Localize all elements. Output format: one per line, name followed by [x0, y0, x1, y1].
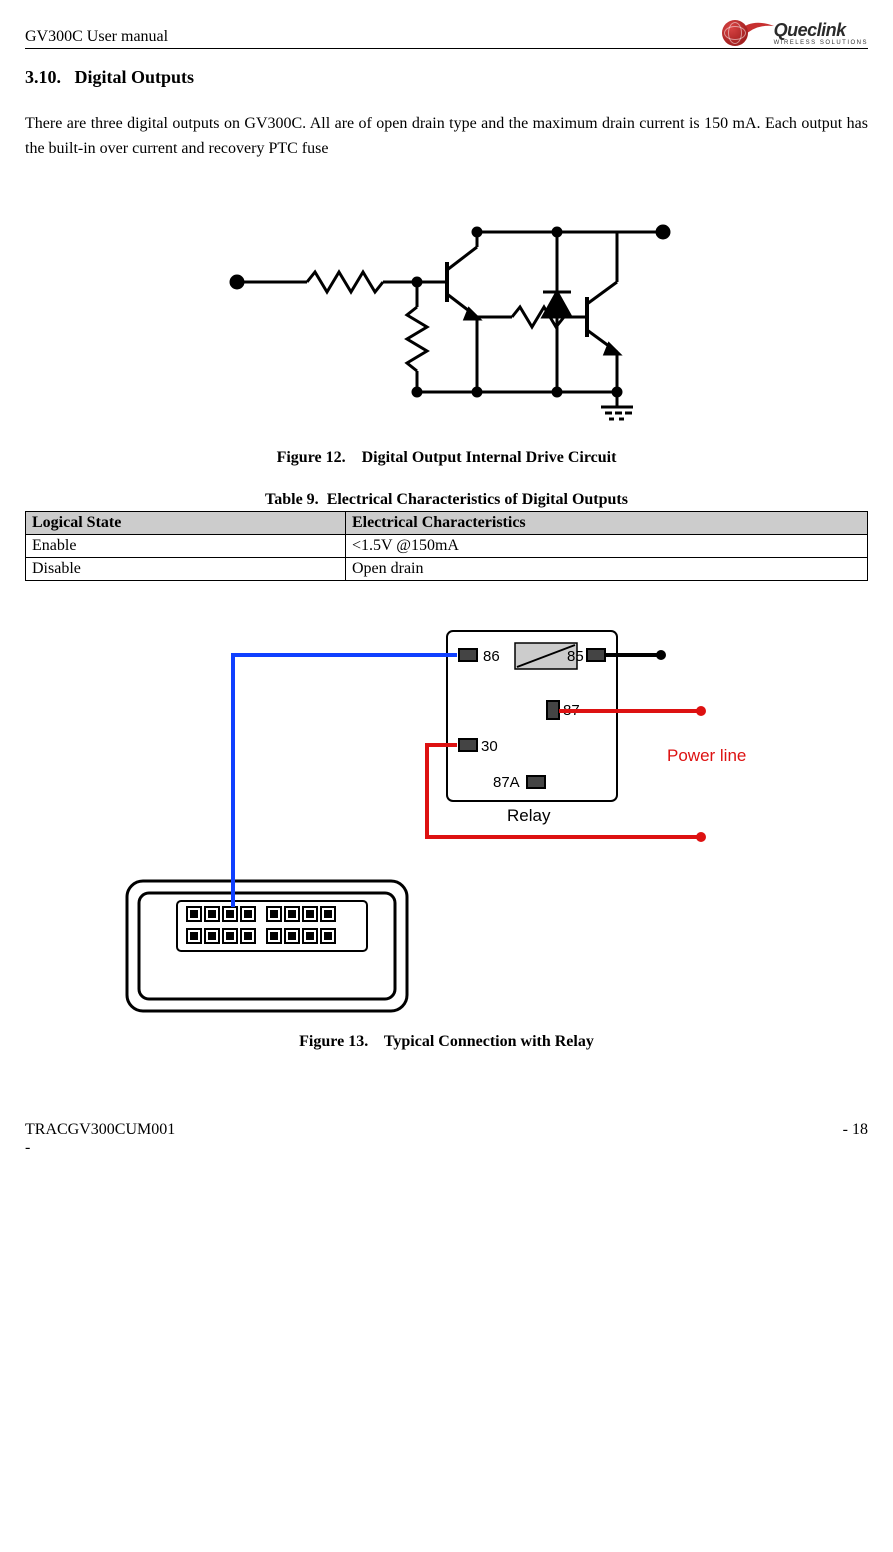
brand-tagline: WIRELESS SOLUTIONS [774, 40, 868, 46]
table-9-label: Table 9. [265, 491, 319, 508]
figure-12-label: Figure 12. [277, 449, 346, 466]
section-paragraph: There are three digital outputs on GV300… [25, 112, 868, 162]
power-line-label: Power line [667, 746, 746, 765]
relay-connection-icon: 86 85 87 30 87A Relay Power line [107, 621, 787, 1021]
table-header-state: Logical State [26, 511, 346, 534]
doc-title: GV300C User manual [25, 28, 168, 46]
cell-state: Disable [26, 557, 346, 580]
footer-page: - 18 [843, 1121, 868, 1157]
circuit-diagram-icon [217, 192, 677, 432]
cell-state: Enable [26, 534, 346, 557]
globe-icon [722, 20, 748, 46]
cell-char: Open drain [345, 557, 867, 580]
section-title: Digital Outputs [75, 67, 195, 87]
cell-char: <1.5V @150mA [345, 534, 867, 557]
table-9-text: Electrical Characteristics of Digital Ou… [327, 491, 628, 508]
section-heading: 3.10. Digital Outputs [25, 67, 868, 88]
footer-dash: - [25, 1139, 175, 1157]
queclink-logo: Queclink WIRELESS SOLUTIONS [722, 20, 868, 46]
relay-pin-86: 86 [483, 648, 500, 665]
relay-pin-87a: 87A [493, 774, 520, 791]
relay-label: Relay [507, 806, 551, 825]
page-footer: TRACGV300CUM001 - - 18 [25, 1121, 868, 1157]
figure-12-caption: Figure 12. Digital Output Internal Drive… [25, 449, 868, 467]
figure-13-diagram: 86 85 87 30 87A Relay Power line [107, 621, 787, 1021]
figure-13-text: Typical Connection with Relay [384, 1033, 594, 1050]
figure-13-caption: Figure 13. Typical Connection with Relay [25, 1033, 868, 1051]
relay-pin-85: 85 [567, 648, 584, 665]
table-row: Enable <1.5V @150mA [26, 534, 868, 557]
page-header: GV300C User manual Queclink WIRELESS SOL… [25, 20, 868, 49]
brand-name: Queclink [774, 21, 868, 39]
table-row: Disable Open drain [26, 557, 868, 580]
figure-13-label: Figure 13. [299, 1033, 368, 1050]
footer-code: TRACGV300CUM001 [25, 1121, 175, 1139]
section-number: 3.10. [25, 67, 61, 87]
table-9: Logical State Electrical Characteristics… [25, 511, 868, 581]
relay-pin-30: 30 [481, 738, 498, 755]
figure-12-diagram [25, 192, 868, 437]
table-9-caption: Table 9. Electrical Characteristics of D… [25, 491, 868, 509]
table-header-char: Electrical Characteristics [345, 511, 867, 534]
figure-12-text: Digital Output Internal Drive Circuit [362, 449, 617, 466]
